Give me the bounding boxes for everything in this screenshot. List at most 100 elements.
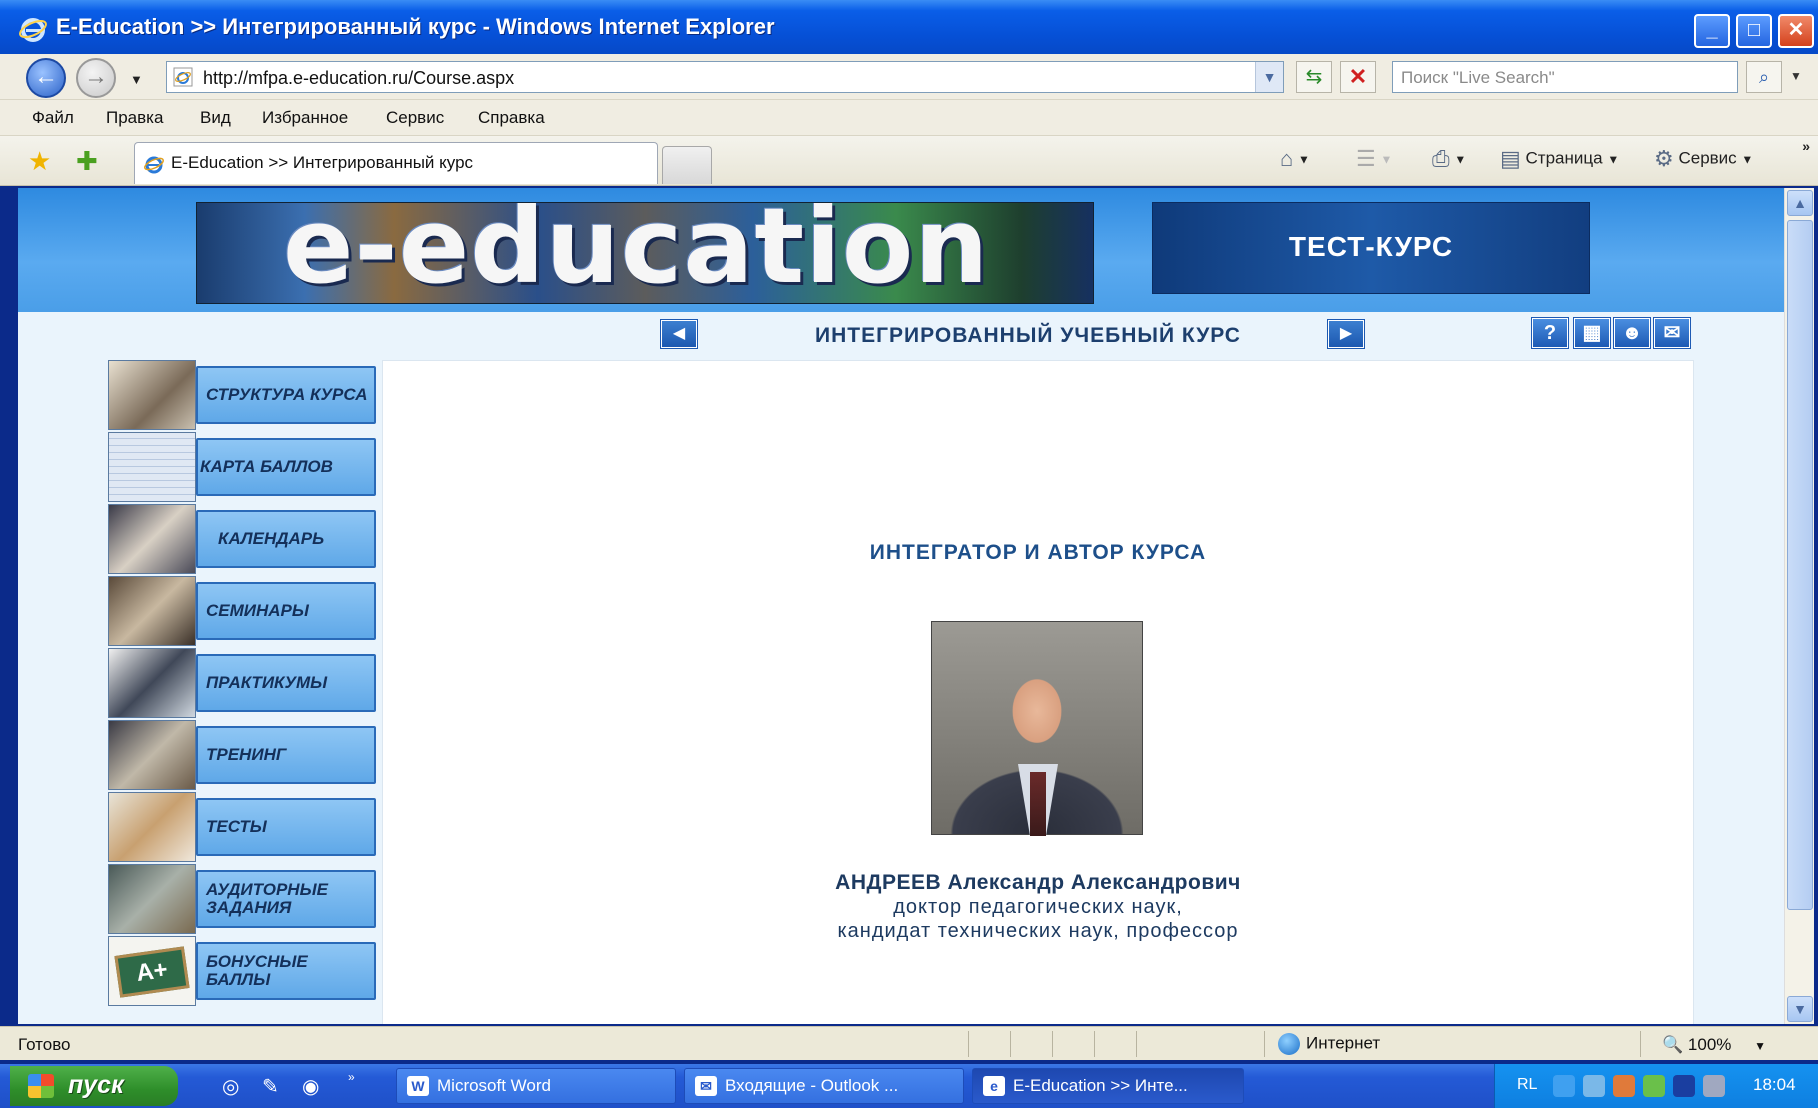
feeds-button[interactable]: ☰ ▼	[1356, 146, 1392, 172]
menu-item-label: КАЛЕНДАРЬ	[218, 529, 325, 548]
search-options-icon[interactable]: ▼	[1786, 61, 1806, 93]
search-input[interactable]: Поиск "Live Search"	[1392, 61, 1738, 93]
menu-view[interactable]: Вид	[200, 108, 231, 128]
globe-icon	[1278, 1033, 1300, 1055]
tab-toolbar: ★ ✚ E-Education >> Интегрированный курс …	[0, 136, 1818, 186]
history-dropdown-icon[interactable]: ▼	[130, 72, 143, 87]
status-text: Готово	[18, 1035, 71, 1054]
tray-volume-icon[interactable]	[1703, 1075, 1725, 1097]
taskbar-outlook-label: Входящие - Outlook ...	[725, 1076, 899, 1095]
menu-file[interactable]: Файл	[32, 108, 74, 128]
scroll-thumb[interactable]	[1787, 220, 1813, 910]
menu-item-training[interactable]: ТРЕНИНГ	[108, 720, 376, 792]
test-course-label: ТЕСТ-КУРС	[1288, 231, 1454, 262]
address-bar[interactable]: http://mfpa.e-education.ru/Course.aspx ▼	[166, 61, 1284, 93]
calendar-thumbnail	[108, 504, 196, 574]
taskbar-word[interactable]: W Microsoft Word	[396, 1068, 676, 1104]
tray-arrow-icon[interactable]	[1553, 1075, 1575, 1097]
security-zone[interactable]: Интернет	[1278, 1033, 1380, 1055]
quicklaunch-more-icon[interactable]: »	[348, 1070, 355, 1084]
tab-active[interactable]: E-Education >> Интегрированный курс	[134, 142, 658, 184]
window-titlebar: E-Education >> Интегрированный курс - Wi…	[0, 0, 1818, 60]
language-indicator[interactable]: RL	[1517, 1076, 1537, 1094]
back-button[interactable]: ←	[26, 58, 66, 98]
tools-menu-button[interactable]: ⚙ Сервис ▼	[1654, 146, 1753, 172]
test-course-badge[interactable]: ТЕСТ-КУРС	[1152, 202, 1590, 294]
menu-item-bonus[interactable]: A+ БОНУСНЫЕ БАЛЛЫ	[108, 936, 376, 1008]
magnifier-icon: 🔍	[1662, 1035, 1684, 1054]
maximize-button[interactable]: □	[1736, 14, 1772, 48]
url-text[interactable]: http://mfpa.e-education.ru/Course.aspx	[203, 68, 514, 89]
menu-item-tests[interactable]: ТЕСТЫ	[108, 792, 376, 864]
new-tab-button[interactable]	[662, 146, 712, 184]
menu-edit[interactable]: Правка	[106, 108, 163, 128]
menu-item-class-tasks[interactable]: АУДИТОРНЫЕ ЗАДАНИЯ	[108, 864, 376, 936]
gear-icon: ⚙	[1654, 146, 1674, 171]
quicklaunch-tool-icon[interactable]: ✎	[262, 1074, 279, 1099]
menu-item-label: АУДИТОРНЫЕ ЗАДАНИЯ	[206, 880, 328, 917]
scroll-up-icon[interactable]: ▲	[1787, 190, 1813, 216]
search-icon[interactable]: ⌕	[1746, 61, 1782, 93]
stop-button[interactable]: ✕	[1340, 61, 1376, 93]
ie-icon: e	[983, 1076, 1005, 1096]
envelope-icon: ✉	[1663, 322, 1681, 344]
menu-item-calendar[interactable]: КАЛЕНДАРЬ	[108, 504, 376, 576]
menu-item-label: ТЕСТЫ	[206, 817, 267, 836]
profile-button[interactable]: ☻	[1614, 318, 1650, 348]
menu-favorites[interactable]: Избранное	[262, 108, 348, 128]
seminars-thumbnail	[108, 576, 196, 646]
menu-item-structure[interactable]: СТРУКТУРА КУРСА	[108, 360, 376, 432]
structure-thumbnail	[108, 360, 196, 430]
next-page-button[interactable]: ▶	[1328, 320, 1364, 348]
print-button[interactable]: ⎙ ▼	[1432, 146, 1466, 172]
status-divider	[1640, 1031, 1641, 1057]
sitemap-button[interactable]: ▦	[1574, 318, 1610, 348]
help-button[interactable]: ?	[1532, 318, 1568, 348]
menu-help[interactable]: Справка	[478, 108, 545, 128]
forward-button[interactable]: →	[76, 58, 116, 98]
clock: 18:04	[1753, 1075, 1796, 1094]
tray-monitor-icon[interactable]	[1673, 1075, 1695, 1097]
page-menu-button[interactable]: ▤ Страница ▼	[1500, 146, 1619, 172]
quicklaunch-ie-icon[interactable]: ◎	[222, 1074, 239, 1099]
menu-item-seminars[interactable]: СЕМИНАРЫ	[108, 576, 376, 648]
taskbar-outlook[interactable]: ✉ Входящие - Outlook ...	[684, 1068, 964, 1104]
tray-agent-icon[interactable]	[1643, 1075, 1665, 1097]
refresh-button[interactable]: ⇆	[1296, 61, 1332, 93]
favorites-star-icon[interactable]: ★	[28, 146, 51, 177]
taskbar-word-label: Microsoft Word	[437, 1076, 551, 1095]
system-tray: RL 18:04	[1494, 1064, 1818, 1108]
site-banner: e-education ТЕСТ-КУРС	[18, 188, 1786, 312]
network-icon[interactable]	[1583, 1075, 1605, 1097]
menu-item-practicums[interactable]: ПРАКТИКУМЫ	[108, 648, 376, 720]
author-photo	[931, 621, 1143, 836]
author-heading: ИНТЕГРАТОР И АВТОР КУРСА	[869, 541, 1207, 564]
tools-menu-label: Сервис	[1678, 148, 1737, 168]
ie-tab-icon	[144, 156, 164, 174]
status-divider	[1094, 1031, 1095, 1057]
address-dropdown-icon[interactable]: ▼	[1255, 62, 1283, 92]
bonus-thumbnail: A+	[108, 936, 196, 1006]
toolbar-overflow-button[interactable]: »	[1802, 138, 1810, 154]
taskbar-ie[interactable]: e E-Education >> Инте...	[972, 1068, 1244, 1104]
menu-item-scores[interactable]: КАРТА БАЛЛОВ	[108, 432, 376, 504]
minimize-button[interactable]: _	[1694, 14, 1730, 48]
vertical-scrollbar[interactable]: ▲ ▼	[1784, 188, 1814, 1024]
scroll-down-icon[interactable]: ▼	[1787, 996, 1813, 1022]
site-logo[interactable]: e-education	[196, 202, 1094, 304]
menu-tools[interactable]: Сервис	[386, 108, 444, 128]
start-button[interactable]: пуск	[10, 1066, 178, 1106]
taskbar-ie-label: E-Education >> Инте...	[1013, 1076, 1188, 1095]
windows-flag-icon	[28, 1074, 54, 1098]
add-favorite-icon[interactable]: ✚	[76, 146, 98, 177]
zoom-control[interactable]: 🔍 100% ▼	[1662, 1035, 1766, 1055]
close-button[interactable]: ✕	[1778, 14, 1814, 48]
user-icon: ☻	[1621, 322, 1643, 344]
home-button[interactable]: ⌂ ▼	[1280, 146, 1310, 172]
address-toolbar: ← → ▼ http://mfpa.e-education.ru/Course.…	[0, 54, 1818, 100]
quicklaunch-outlook-icon[interactable]: ◉	[302, 1074, 319, 1099]
tray-app-icon[interactable]	[1613, 1075, 1635, 1097]
mail-button[interactable]: ✉	[1654, 318, 1690, 348]
status-divider	[1052, 1031, 1053, 1057]
search-placeholder: Поиск "Live Search"	[1401, 68, 1555, 87]
